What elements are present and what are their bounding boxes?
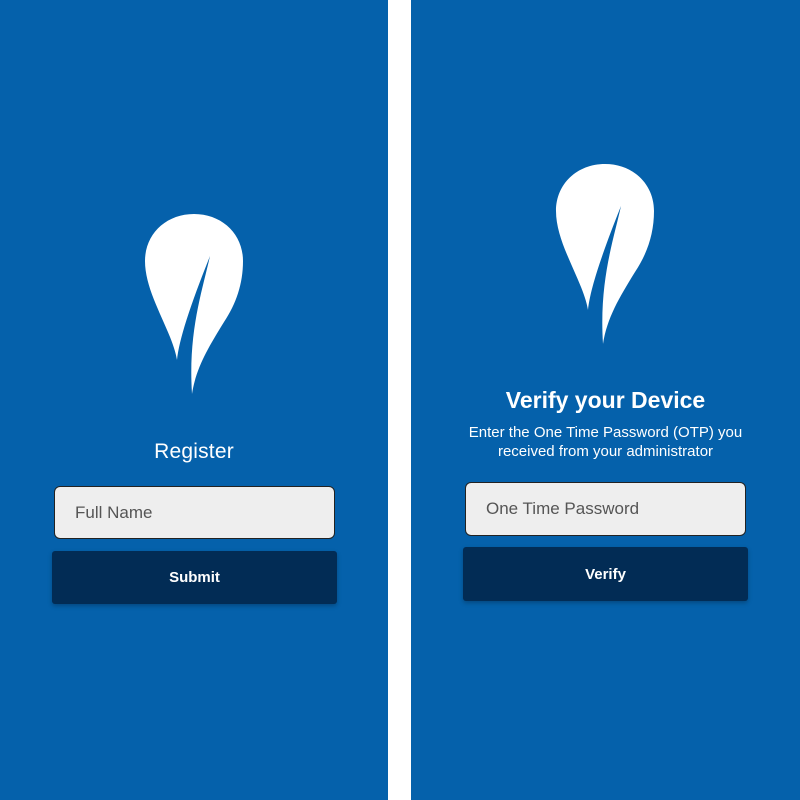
- verify-button[interactable]: Verify: [463, 547, 748, 601]
- verify-title: Verify your Device: [505, 387, 706, 413]
- submit-button[interactable]: Submit: [52, 551, 337, 604]
- full-name-input[interactable]: [54, 486, 335, 539]
- leaf-drop-icon: [145, 214, 243, 394]
- leaf-drop-icon: [556, 164, 654, 344]
- verify-description: Enter the One Time Password (OTP) you re…: [411, 423, 800, 461]
- register-title: Register: [154, 440, 234, 463]
- otp-input[interactable]: [465, 482, 746, 536]
- screens-container: Register Submit Verify your Device Enter…: [0, 0, 800, 800]
- register-screen: [0, 0, 388, 800]
- verify-description-line-2: received from your administrator: [497, 443, 714, 460]
- verify-description-line-1: Enter the One Time Password (OTP) you: [468, 424, 743, 441]
